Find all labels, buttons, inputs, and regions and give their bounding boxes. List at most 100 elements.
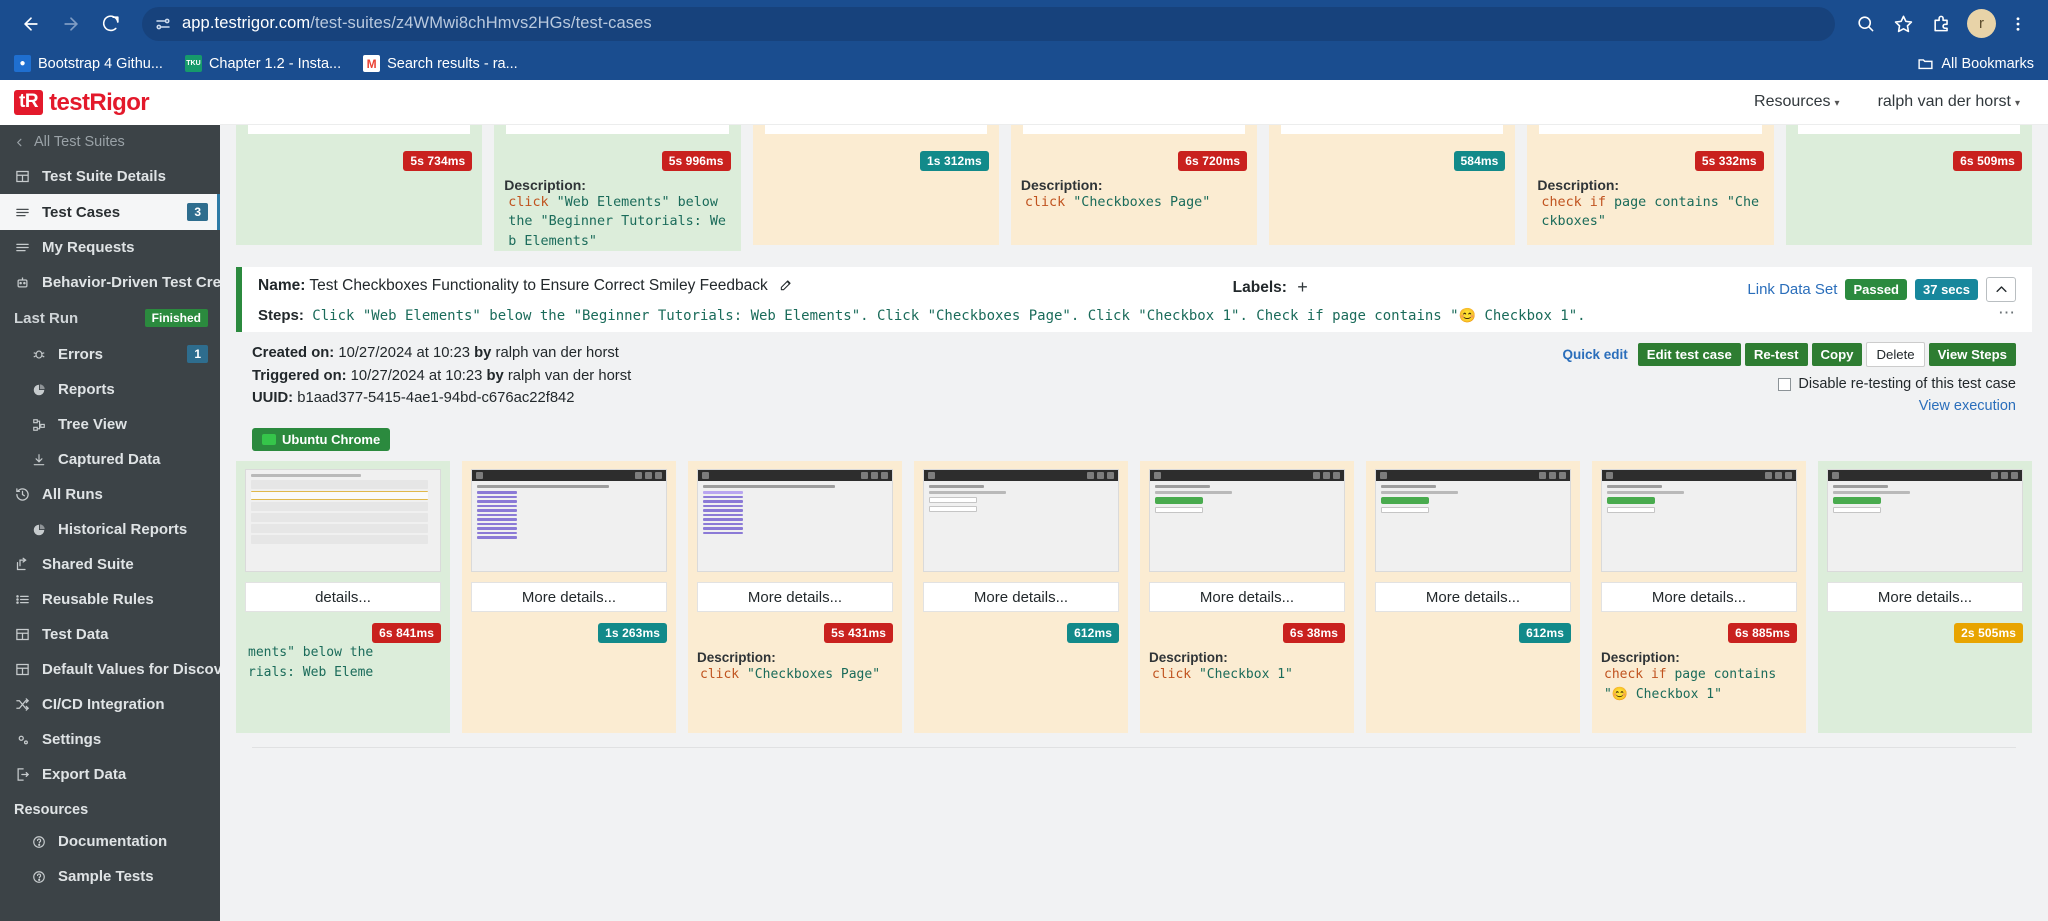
more-details-button[interactable]: More details...: [1601, 582, 1797, 613]
sidebar-item-historical-reports[interactable]: Historical Reports: [0, 512, 220, 547]
sidebar-item-my-requests[interactable]: My Requests: [0, 230, 220, 265]
user-menu[interactable]: ralph van der horst ▾: [1878, 93, 2020, 111]
step-card[interactable]: 6s 509ms: [1785, 125, 2032, 245]
extensions-icon[interactable]: [1925, 8, 1957, 40]
sidebar-item-settings[interactable]: Settings: [0, 722, 220, 757]
copy-button[interactable]: Copy: [1811, 343, 1863, 367]
step-card[interactable]: 5s 734ms: [236, 125, 483, 245]
star-icon[interactable]: [1887, 8, 1919, 40]
bookmark-item[interactable]: ● Bootstrap 4 Githu...: [14, 55, 163, 72]
sidebar-item-test-cases[interactable]: Test Cases 3: [0, 194, 220, 230]
step-thumbnail[interactable]: [1601, 469, 1797, 573]
tku-icon: TKU: [184, 55, 202, 72]
screenshot-card[interactable]: More details... 5s 431ms Description: cl…: [688, 461, 902, 734]
test-cases-count-badge: 3: [187, 203, 208, 221]
screenshot-card[interactable]: More details... 612ms: [914, 461, 1128, 734]
step-thumbnail[interactable]: [1827, 469, 2023, 573]
uuid-value: b1aad377-5415-4ae1-94bd-c676ac22f842: [297, 390, 575, 407]
sidebar-item-behavior-driven-test-creation[interactable]: Behavior-Driven Test Creation: [0, 265, 257, 300]
bookmark-item[interactable]: TKU Chapter 1.2 - Insta...: [184, 55, 341, 72]
step-card[interactable]: 5s 332ms Description: check if page cont…: [1527, 125, 1774, 245]
all-bookmarks-button[interactable]: All Bookmarks: [1917, 55, 2034, 72]
search-icon[interactable]: [1849, 8, 1881, 40]
delete-button[interactable]: Delete: [1866, 342, 1925, 368]
edit-test-case-button[interactable]: Edit test case: [1637, 343, 1741, 367]
sidebar-item-cicd-integration[interactable]: CI/CD Integration: [0, 687, 220, 722]
quick-edit-link[interactable]: Quick edit: [1563, 347, 1628, 362]
screenshot-card[interactable]: More details... 1s 263ms: [462, 461, 676, 734]
step-thumbnail[interactable]: [697, 469, 893, 573]
address-bar[interactable]: app.testrigor.com/test-suites/z4WMwi8chH…: [142, 6, 1835, 41]
step-card[interactable]: 6s 720ms Description: click "Checkboxes …: [1010, 125, 1258, 245]
sidebar-item-documentation[interactable]: Documentation: [0, 824, 220, 859]
step-thumbnail[interactable]: [923, 469, 1119, 573]
step-thumbnail[interactable]: [471, 469, 667, 573]
profile-avatar[interactable]: r: [1967, 9, 1996, 38]
sidebar-item-export-data[interactable]: Export Data: [0, 757, 220, 792]
brand-logo[interactable]: tR testRigor: [0, 80, 220, 125]
add-label-icon[interactable]: +: [1297, 277, 1308, 297]
sidebar-item-sample-tests[interactable]: Sample Tests: [0, 859, 220, 894]
description-label: Description:: [1537, 177, 1620, 193]
list-icon: [14, 240, 31, 255]
more-details-button[interactable]: More details...: [1827, 582, 2023, 613]
more-details-button[interactable]: More details...: [471, 582, 667, 613]
sidebar-item-default-values-for-discovery[interactable]: Default Values for Discovery: [0, 652, 245, 687]
kebab-menu-icon[interactable]: [2002, 8, 2034, 40]
created-on-value: 10/27/2024 at 10:23: [338, 345, 470, 362]
duration-chip: 6s 841ms: [372, 623, 441, 644]
bookmark-item[interactable]: M Search results - ra...: [363, 55, 518, 72]
sidebar-item-test-suite-details[interactable]: Test Suite Details: [0, 159, 220, 194]
more-details-button[interactable]: details...: [245, 582, 441, 613]
sidebar-item-reports[interactable]: Reports: [0, 372, 220, 407]
sidebar-item-test-data[interactable]: Test Data: [0, 617, 220, 652]
step-thumbnail[interactable]: [1375, 469, 1571, 573]
description-text: click "Checkbox 1": [1152, 667, 1293, 683]
more-details-button[interactable]: More details...: [1375, 582, 1571, 613]
sidebar-back-all-test-suites[interactable]: All Test Suites: [0, 125, 220, 159]
pie-chart-icon: [30, 383, 47, 397]
labels-field[interactable]: Labels: +: [1233, 277, 1308, 298]
edit-pencil-icon[interactable]: [779, 278, 793, 297]
screenshot-card[interactable]: More details... 2s 505ms: [1818, 461, 2032, 734]
sidebar-item-all-runs[interactable]: All Runs: [0, 477, 220, 512]
screenshot-card[interactable]: More details... 612ms: [1366, 461, 1580, 734]
name-value: Test Checkboxes Functionality to Ensure …: [309, 277, 768, 295]
actions-panel: Quick edit Edit test case Re-test Copy D…: [1563, 342, 2032, 414]
forward-arrow-icon[interactable]: [54, 7, 88, 41]
more-details-button[interactable]: More details...: [923, 582, 1119, 613]
step-card[interactable]: 1s 312ms: [752, 125, 999, 245]
disable-retest-checkbox[interactable]: [1778, 377, 1792, 391]
browser-badge: Ubuntu Chrome: [252, 428, 391, 452]
resources-menu[interactable]: Resources ▾: [1754, 93, 1840, 111]
chevron-up-icon[interactable]: [1986, 277, 2016, 303]
step-card[interactable]: 584ms: [1269, 125, 1516, 245]
reload-icon[interactable]: [94, 7, 128, 41]
disable-retest-row[interactable]: Disable re-testing of this test case: [1563, 376, 2016, 392]
step-card[interactable]: 5s 996ms Description: click "Web Element…: [494, 125, 741, 252]
sidebar-item-label: Test Data: [42, 626, 109, 643]
ellipsis-icon[interactable]: ⋯: [1998, 303, 2016, 323]
site-settings-icon: [156, 18, 170, 29]
more-details-button[interactable]: More details...: [697, 582, 893, 613]
sidebar-item-shared-suite[interactable]: Shared Suite: [0, 547, 220, 582]
view-execution-link[interactable]: View execution: [1563, 398, 2016, 414]
view-steps-button[interactable]: View Steps: [1928, 343, 2016, 367]
sidebar-item-errors[interactable]: Errors 1: [0, 336, 220, 372]
screenshot-card[interactable]: More details... 6s 38ms Description: cli…: [1140, 461, 1354, 734]
back-arrow-icon[interactable]: [14, 7, 48, 41]
screenshot-card[interactable]: details... 6s 841ms ments" below the ria…: [236, 461, 450, 734]
step-thumbnail[interactable]: [245, 469, 441, 573]
link-data-set-link[interactable]: Link Data Set: [1747, 281, 1837, 298]
step-thumbnail[interactable]: [1149, 469, 1345, 573]
sidebar-item-reusable-rules[interactable]: Reusable Rules: [0, 582, 220, 617]
retest-button[interactable]: Re-test: [1744, 343, 1808, 367]
sidebar-item-tree-view[interactable]: Tree View: [0, 407, 220, 442]
share-icon: [14, 557, 31, 572]
test-case-steps: Steps: Click "Web Elements" below the "B…: [258, 307, 2016, 324]
screenshot-card[interactable]: More details... 6s 885ms Description: ch…: [1592, 461, 1806, 734]
thumbnail-body: [1828, 481, 2022, 520]
test-case-meta: Created on: 10/27/2024 at 10:23 by ralph…: [252, 342, 631, 414]
more-details-button[interactable]: More details...: [1149, 582, 1345, 613]
sidebar-item-captured-data[interactable]: Captured Data: [0, 442, 220, 477]
